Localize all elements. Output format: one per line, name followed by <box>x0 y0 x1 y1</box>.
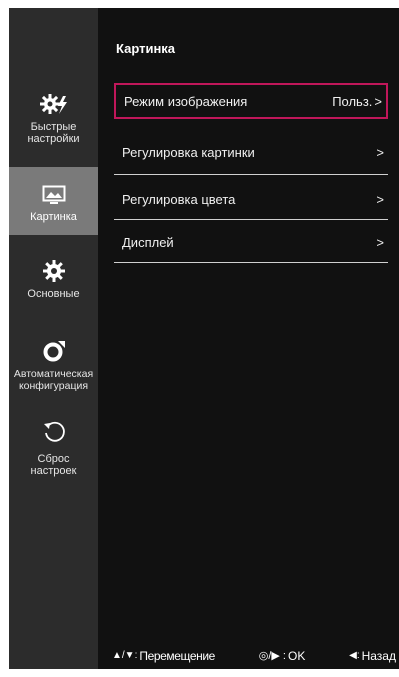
divider <box>114 219 388 220</box>
sidebar-item-label: Быстрые настройки <box>27 121 80 145</box>
footer-hints: ▲/▼: Перемещение ◎/▶ : OK ◀: Назад <box>112 642 396 669</box>
sidebar-item-label: Основные <box>27 288 80 300</box>
chevron-right-icon: > <box>376 234 384 250</box>
chevron-right-icon: > <box>376 144 384 160</box>
footer-move-hint: ▲/▼: Перемещение <box>112 649 215 663</box>
page-title: Картинка <box>116 41 176 56</box>
row-label: Режим изображения <box>124 93 248 109</box>
back-key-icon: ◀: <box>349 650 360 661</box>
row-label: Дисплей <box>122 234 174 250</box>
sidebar-item-auto-config[interactable]: Автоматическая конфигурация <box>9 338 98 398</box>
auto-config-icon <box>41 338 67 364</box>
menu-row-display[interactable]: Дисплей > <box>114 224 388 260</box>
sidebar-item-picture[interactable]: Картинка <box>9 167 98 235</box>
footer-move-label: Перемещение <box>139 648 215 663</box>
sidebar-item-quick-settings[interactable]: Быстрые настройки <box>9 91 98 171</box>
menu-row-color-adjust[interactable]: Регулировка цвета > <box>114 181 388 217</box>
main-panel: Картинка Режим изображения Польз. > Регу… <box>98 8 399 669</box>
chevron-right-icon: > <box>374 93 382 109</box>
menu-row-picture-mode[interactable]: Режим изображения Польз. > <box>114 83 388 119</box>
sidebar: Быстрые настройки Картинка Основные Авто… <box>9 8 98 669</box>
chevron-right-icon: > <box>376 191 384 207</box>
picture-icon <box>42 182 66 208</box>
sidebar-item-reset[interactable]: Сброс настроек <box>9 419 98 489</box>
footer-ok-label: OK <box>287 648 306 663</box>
sidebar-item-label: Картинка <box>30 211 77 223</box>
row-label: Регулировка цвета <box>122 191 236 207</box>
footer-ok-hint: ◎/▶ : OK <box>259 649 306 663</box>
row-label: Регулировка картинки <box>122 144 255 160</box>
ok-keys-icon: ◎/▶ : <box>258 650 286 662</box>
divider <box>114 262 388 263</box>
row-value: Польз. <box>332 93 373 109</box>
reset-icon <box>42 419 66 445</box>
footer-back-hint: ◀: Назад <box>349 649 396 663</box>
gear-icon <box>42 258 66 284</box>
sidebar-item-label: Автоматическая конфигурация <box>13 368 94 392</box>
sidebar-item-label: Сброс настроек <box>30 453 77 477</box>
quick-settings-icon <box>39 91 69 117</box>
sidebar-item-general[interactable]: Основные <box>9 258 98 318</box>
up-down-keys-icon: ▲/▼: <box>112 650 138 661</box>
divider <box>114 174 388 175</box>
menu-row-picture-adjust[interactable]: Регулировка картинки > <box>114 134 388 170</box>
footer-back-label: Назад <box>361 648 396 663</box>
osd-menu: Быстрые настройки Картинка Основные Авто… <box>9 8 399 669</box>
